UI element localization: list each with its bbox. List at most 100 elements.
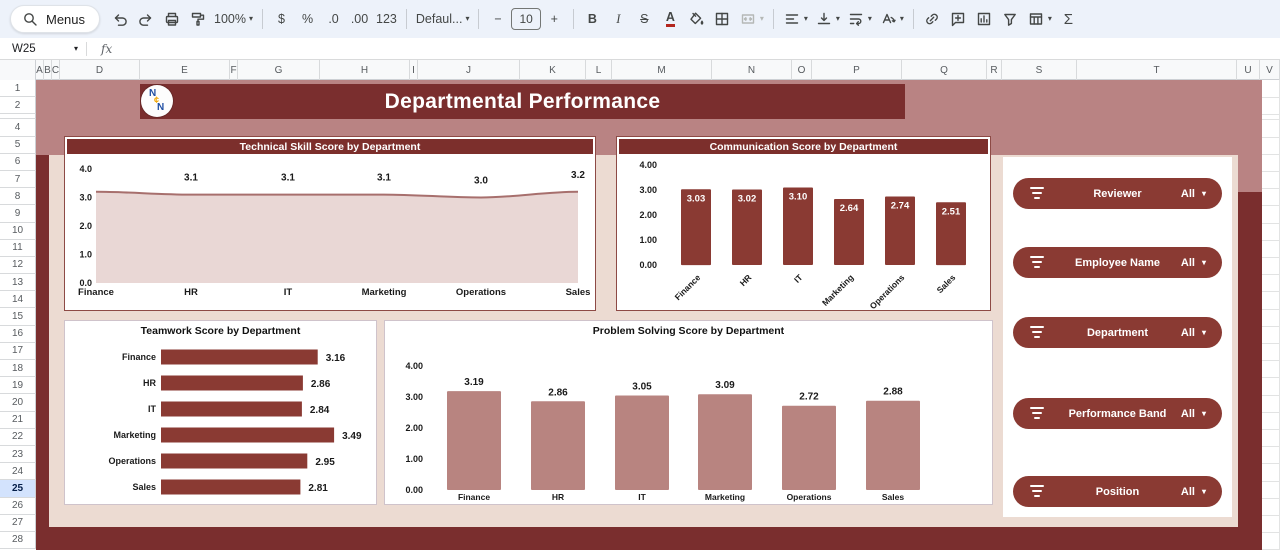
row-header-2[interactable]: 2: [0, 97, 36, 114]
slicer-reviewer[interactable]: ReviewerAll▾: [1013, 178, 1222, 209]
text-color-button[interactable]: A: [658, 6, 683, 32]
row-header-9[interactable]: 9: [0, 205, 36, 222]
paint-format-button[interactable]: [185, 6, 210, 32]
slicer-value-dropdown[interactable]: All▾: [1181, 178, 1206, 209]
column-header-O[interactable]: O: [792, 60, 812, 80]
decrease-decimal-button[interactable]: .0: [321, 6, 346, 32]
insert-comment-button[interactable]: [946, 6, 971, 32]
column-header-T[interactable]: T: [1077, 60, 1237, 80]
column-header-A[interactable]: A: [36, 60, 44, 80]
vertical-align-button[interactable]: ▾: [812, 6, 843, 32]
row-header-10[interactable]: 10: [0, 223, 36, 240]
bold-button[interactable]: B: [580, 6, 605, 32]
format-percent-button[interactable]: %: [295, 6, 320, 32]
row-header-24[interactable]: 24: [0, 463, 36, 480]
font-size-input[interactable]: 10: [511, 8, 540, 30]
fill-color-button[interactable]: [684, 6, 709, 32]
column-header-S[interactable]: S: [1002, 60, 1077, 80]
row-header-19[interactable]: 19: [0, 377, 36, 394]
column-header-I[interactable]: I: [410, 60, 418, 80]
row-header-13[interactable]: 13: [0, 274, 36, 291]
redo-button[interactable]: [133, 6, 158, 32]
column-header-J[interactable]: J: [418, 60, 520, 80]
functions-button[interactable]: Σ: [1056, 6, 1081, 32]
slicer-department[interactable]: DepartmentAll▾: [1013, 317, 1222, 348]
horizontal-align-button[interactable]: ▾: [780, 6, 811, 32]
text-wrap-button[interactable]: ▾: [844, 6, 875, 32]
row-header-18[interactable]: 18: [0, 360, 36, 377]
column-header-R[interactable]: R: [987, 60, 1002, 80]
row-header-21[interactable]: 21: [0, 412, 36, 429]
italic-button[interactable]: I: [606, 6, 631, 32]
column-header-H[interactable]: H: [320, 60, 410, 80]
chart-teamwork[interactable]: Teamwork Score by Department Finance3.16…: [64, 320, 377, 505]
borders-button[interactable]: [710, 6, 735, 32]
column-header-M[interactable]: M: [612, 60, 712, 80]
row-header-12[interactable]: 12: [0, 257, 36, 274]
row-header-26[interactable]: 26: [0, 498, 36, 515]
column-header-E[interactable]: E: [140, 60, 230, 80]
insert-chart-button[interactable]: [972, 6, 997, 32]
select-all-corner[interactable]: [0, 60, 36, 80]
slicer-performance-band[interactable]: Performance BandAll▾: [1013, 398, 1222, 429]
row-header-27[interactable]: 27: [0, 515, 36, 532]
column-header-F[interactable]: F: [230, 60, 238, 80]
menus-pill[interactable]: Menus: [10, 5, 100, 33]
print-button[interactable]: [159, 6, 184, 32]
row-header-5[interactable]: 5: [0, 137, 36, 154]
x-tick: Finance: [458, 492, 490, 502]
row-header-16[interactable]: 16: [0, 326, 36, 343]
column-header-V[interactable]: V: [1260, 60, 1280, 80]
column-header-P[interactable]: P: [812, 60, 902, 80]
column-header-G[interactable]: G: [238, 60, 320, 80]
chart-technical-skill[interactable]: Technical Skill Score by Department 4.03…: [64, 136, 596, 311]
row-header-11[interactable]: 11: [0, 240, 36, 257]
column-header-N[interactable]: N: [712, 60, 792, 80]
slicer-value-dropdown[interactable]: All▾: [1181, 317, 1206, 348]
column-header-C[interactable]: C: [52, 60, 60, 80]
row-header-20[interactable]: 20: [0, 394, 36, 411]
strikethrough-button[interactable]: S: [632, 6, 657, 32]
row-header-14[interactable]: 14: [0, 291, 36, 308]
row-header-4[interactable]: 4: [0, 119, 36, 136]
row-header-25[interactable]: 25: [0, 480, 36, 497]
column-header-B[interactable]: B: [44, 60, 52, 80]
decrease-font-size-button[interactable]: −: [485, 6, 510, 32]
row-header-8[interactable]: 8: [0, 188, 36, 205]
column-header-K[interactable]: K: [520, 60, 586, 80]
increase-decimal-button[interactable]: .00: [347, 6, 372, 32]
row-header-17[interactable]: 17: [0, 343, 36, 360]
table-views-button[interactable]: ▾: [1024, 6, 1055, 32]
row-header-22[interactable]: 22: [0, 429, 36, 446]
undo-button[interactable]: [107, 6, 132, 32]
row-header-15[interactable]: 15: [0, 308, 36, 325]
chart-problem-solving[interactable]: Problem Solving Score by Department 4.00…: [384, 320, 993, 505]
column-header-Q[interactable]: Q: [902, 60, 987, 80]
column-header-U[interactable]: U: [1237, 60, 1260, 80]
slicer-value-dropdown[interactable]: All▾: [1181, 247, 1206, 278]
slicer-value-dropdown[interactable]: All▾: [1181, 476, 1206, 507]
row-header-6[interactable]: 6: [0, 154, 36, 171]
slicer-value-dropdown[interactable]: All▾: [1181, 398, 1206, 429]
row-header-23[interactable]: 23: [0, 446, 36, 463]
merge-cells-button[interactable]: ▾: [736, 6, 767, 32]
formula-input[interactable]: [122, 38, 1280, 59]
row-header-7[interactable]: 7: [0, 171, 36, 188]
zoom-select[interactable]: 100%▾: [211, 6, 256, 32]
column-header-L[interactable]: L: [586, 60, 612, 80]
slicer-position[interactable]: PositionAll▾: [1013, 476, 1222, 507]
create-filter-button[interactable]: [998, 6, 1023, 32]
row-header-28[interactable]: 28: [0, 532, 36, 549]
font-select[interactable]: Defaul...▾: [413, 6, 473, 32]
more-formats-button[interactable]: 123: [373, 6, 400, 32]
insert-link-button[interactable]: [920, 6, 945, 32]
chevron-down-icon: ▾: [249, 15, 253, 23]
chart-communication[interactable]: Communication Score by Department 4.003.…: [616, 136, 991, 311]
format-currency-button[interactable]: $: [269, 6, 294, 32]
column-header-D[interactable]: D: [60, 60, 140, 80]
slicer-employee-name[interactable]: Employee NameAll▾: [1013, 247, 1222, 278]
name-box[interactable]: W25 ▾: [0, 38, 86, 59]
row-header-1[interactable]: 1: [0, 80, 36, 97]
increase-font-size-button[interactable]: +: [542, 6, 567, 32]
text-rotation-button[interactable]: ▾: [876, 6, 907, 32]
